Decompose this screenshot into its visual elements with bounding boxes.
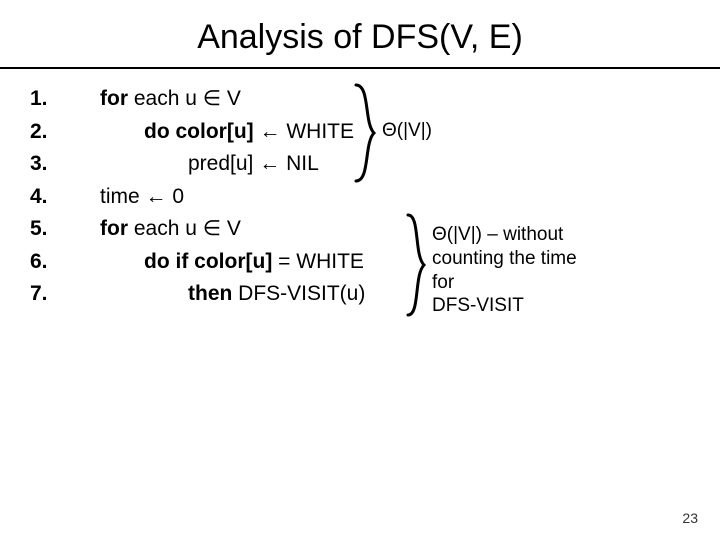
code-text: for each u ∈ V: [100, 83, 241, 116]
annot2-line: Θ(|V|) – without: [432, 223, 577, 247]
annotation-theta-v-2: Θ(|V|) – without counting the time for D…: [432, 223, 577, 318]
pseudocode-body: 1.for each u ∈ V2.do color[u] ← WHITE3.p…: [0, 83, 720, 311]
code-line: 1.for each u ∈ V: [30, 83, 690, 116]
slide-title: Analysis of DFS(V, E): [0, 0, 720, 67]
page-number: 23: [682, 510, 698, 526]
code-line: 6.do if color[u] = WHITE: [30, 246, 690, 279]
annot2-line: DFS-VISIT: [432, 294, 577, 318]
code-text: then DFS-VISIT(u): [100, 278, 365, 311]
annotation-theta-v-1: Θ(|V|): [382, 119, 432, 143]
annot2-line: for: [432, 271, 577, 295]
title-rule: [0, 67, 720, 69]
line-number: 1.: [30, 83, 100, 116]
code-line: 5.for each u ∈ V: [30, 213, 690, 246]
code-line: 4.time ← 0: [30, 181, 690, 214]
line-number: 3.: [30, 148, 100, 181]
line-number: 7.: [30, 278, 100, 311]
annot2-line: counting the time: [432, 247, 577, 271]
line-number: 4.: [30, 181, 100, 214]
code-line: 7.then DFS-VISIT(u): [30, 278, 690, 311]
line-number: 2.: [30, 116, 100, 149]
code-line: 2.do color[u] ← WHITE: [30, 116, 690, 149]
code-text: for each u ∈ V: [100, 213, 241, 246]
line-number: 5.: [30, 213, 100, 246]
code-text: do color[u] ← WHITE: [100, 116, 354, 149]
code-text: time ← 0: [100, 181, 184, 214]
code-text: do if color[u] = WHITE: [100, 246, 364, 279]
code-line: 3.pred[u] ← NIL: [30, 148, 690, 181]
line-number: 6.: [30, 246, 100, 279]
code-text: pred[u] ← NIL: [100, 148, 319, 181]
